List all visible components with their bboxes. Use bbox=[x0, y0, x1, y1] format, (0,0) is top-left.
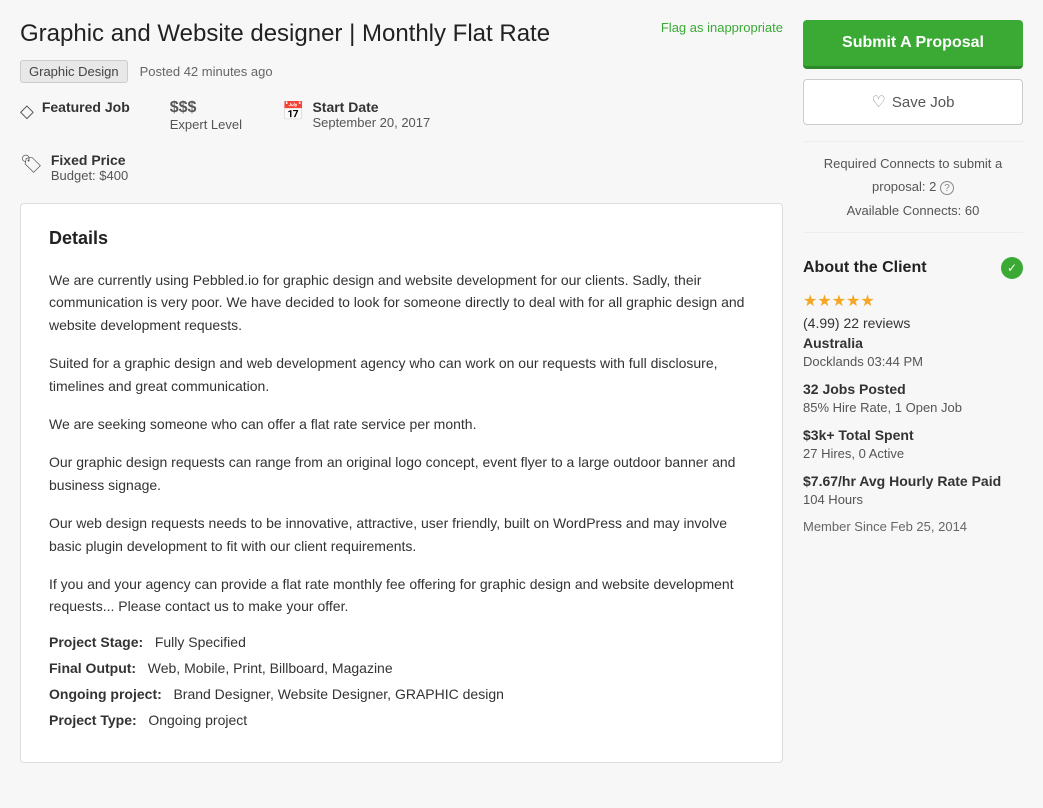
start-date-label: Start Date bbox=[312, 99, 430, 115]
total-spent-row: $3k+ Total Spent 27 Hires, 0 Active bbox=[803, 427, 1023, 461]
save-btn-label: Save Job bbox=[892, 94, 955, 111]
job-title: Graphic and Website designer | Monthly F… bbox=[20, 20, 641, 48]
question-icon[interactable]: ? bbox=[940, 181, 954, 195]
budget-value: Budget: $400 bbox=[51, 168, 128, 183]
price-level-dollars: $$$ bbox=[170, 99, 242, 117]
client-location-row: Australia Docklands 03:44 PM bbox=[803, 335, 1023, 369]
client-location: Docklands 03:44 PM bbox=[803, 354, 923, 369]
desc-para-2: Suited for a graphic design and web deve… bbox=[49, 352, 754, 397]
ongoing-project-label: Ongoing project: bbox=[49, 686, 162, 702]
connects-required-text: Required Connects to submit a proposal: … bbox=[803, 152, 1023, 199]
details-title: Details bbox=[49, 228, 754, 249]
start-date-item: 📅 Start Date September 20, 2017 bbox=[282, 99, 430, 130]
desc-para-4: Our graphic design requests can range fr… bbox=[49, 451, 754, 496]
connects-box: Required Connects to submit a proposal: … bbox=[803, 141, 1023, 233]
project-info: Project Stage: Fully Specified Final Out… bbox=[49, 634, 754, 728]
sidebar: Submit A Proposal ♡ Save Job Required Co… bbox=[803, 20, 1023, 534]
star-rating: ★★★★★ bbox=[803, 291, 1023, 311]
fixed-price-label: Fixed Price bbox=[51, 152, 128, 168]
desc-para-6: If you and your agency can provide a fla… bbox=[49, 573, 754, 618]
ongoing-project-value: Brand Designer, Website Designer, GRAPHI… bbox=[173, 686, 503, 702]
avg-rate-label: $7.67/hr Avg Hourly Rate Paid bbox=[803, 473, 1023, 489]
project-type-label: Project Type: bbox=[49, 712, 137, 728]
rating-text: (4.99) 22 reviews bbox=[803, 315, 1023, 331]
project-stage-label: Project Stage: bbox=[49, 634, 143, 650]
project-stage-row: Project Stage: Fully Specified bbox=[49, 634, 754, 650]
posted-time: Posted 42 minutes ago bbox=[140, 64, 273, 79]
client-country: Australia bbox=[803, 335, 1023, 351]
start-date-value: September 20, 2017 bbox=[312, 115, 430, 130]
project-type-value: Ongoing project bbox=[148, 712, 247, 728]
hours: 104 Hours bbox=[803, 492, 863, 507]
about-client-section: About the Client ✓ ★★★★★ (4.99) 22 revie… bbox=[803, 249, 1023, 534]
desc-para-1: We are currently using Pebbled.io for gr… bbox=[49, 269, 754, 336]
desc-para-5: Our web design requests needs to be inno… bbox=[49, 512, 754, 557]
featured-job-item: ◇ Featured Job bbox=[20, 99, 130, 122]
details-box: Details We are currently using Pebbled.i… bbox=[20, 203, 783, 763]
price-level-item: $$$ Expert Level bbox=[170, 99, 242, 132]
reviews-label: reviews bbox=[863, 315, 910, 331]
connects-number: proposal: 2 bbox=[872, 179, 936, 194]
avg-rate-row: $7.67/hr Avg Hourly Rate Paid 104 Hours bbox=[803, 473, 1023, 507]
final-output-row: Final Output: Web, Mobile, Print, Billbo… bbox=[49, 660, 754, 676]
jobs-posted-label: 32 Jobs Posted bbox=[803, 381, 1023, 397]
project-type-row: Project Type: Ongoing project bbox=[49, 712, 754, 728]
fixed-price-row: 🏷 Fixed Price Budget: $400 bbox=[20, 152, 783, 183]
submit-proposal-button[interactable]: Submit A Proposal bbox=[803, 20, 1023, 69]
save-job-button[interactable]: ♡ Save Job bbox=[803, 79, 1023, 125]
experience-level: Expert Level bbox=[170, 117, 242, 132]
final-output-value: Web, Mobile, Print, Billboard, Magazine bbox=[148, 660, 393, 676]
diamond-icon: ◇ bbox=[20, 101, 34, 122]
desc-para-3: We are seeking someone who can offer a f… bbox=[49, 413, 754, 435]
reviews-count: 22 bbox=[843, 315, 859, 331]
rating-value: 4.99 bbox=[808, 315, 835, 331]
about-client-title: About the Client bbox=[803, 259, 927, 277]
heart-icon: ♡ bbox=[872, 92, 886, 112]
calendar-icon: 📅 bbox=[282, 101, 304, 122]
category-tag[interactable]: Graphic Design bbox=[20, 60, 128, 83]
flag-link[interactable]: Flag as inappropriate bbox=[661, 20, 783, 35]
connects-available: Available Connects: 60 bbox=[803, 199, 1023, 222]
featured-job-label: Featured Job bbox=[42, 99, 130, 115]
hire-rate: 85% Hire Rate, 1 Open Job bbox=[803, 400, 962, 415]
about-client-header: About the Client ✓ bbox=[803, 257, 1023, 279]
hires-active: 27 Hires, 0 Active bbox=[803, 446, 904, 461]
job-header: Graphic and Website designer | Monthly F… bbox=[20, 20, 783, 48]
job-description: We are currently using Pebbled.io for gr… bbox=[49, 269, 754, 618]
project-stage-value: Fully Specified bbox=[155, 634, 246, 650]
tag-icon: 🏷 bbox=[20, 154, 43, 175]
jobs-posted-row: 32 Jobs Posted 85% Hire Rate, 1 Open Job bbox=[803, 381, 1023, 415]
meta-row: Graphic Design Posted 42 minutes ago bbox=[20, 60, 783, 83]
fixed-price-item: 🏷 Fixed Price Budget: $400 bbox=[20, 152, 128, 183]
verified-icon: ✓ bbox=[1001, 257, 1023, 279]
total-spent-label: $3k+ Total Spent bbox=[803, 427, 1023, 443]
final-output-label: Final Output: bbox=[49, 660, 136, 676]
ongoing-project-row: Ongoing project: Brand Designer, Website… bbox=[49, 686, 754, 702]
job-details-row: ◇ Featured Job $$$ Expert Level 📅 Start … bbox=[20, 99, 783, 132]
member-since: Member Since Feb 25, 2014 bbox=[803, 519, 1023, 534]
